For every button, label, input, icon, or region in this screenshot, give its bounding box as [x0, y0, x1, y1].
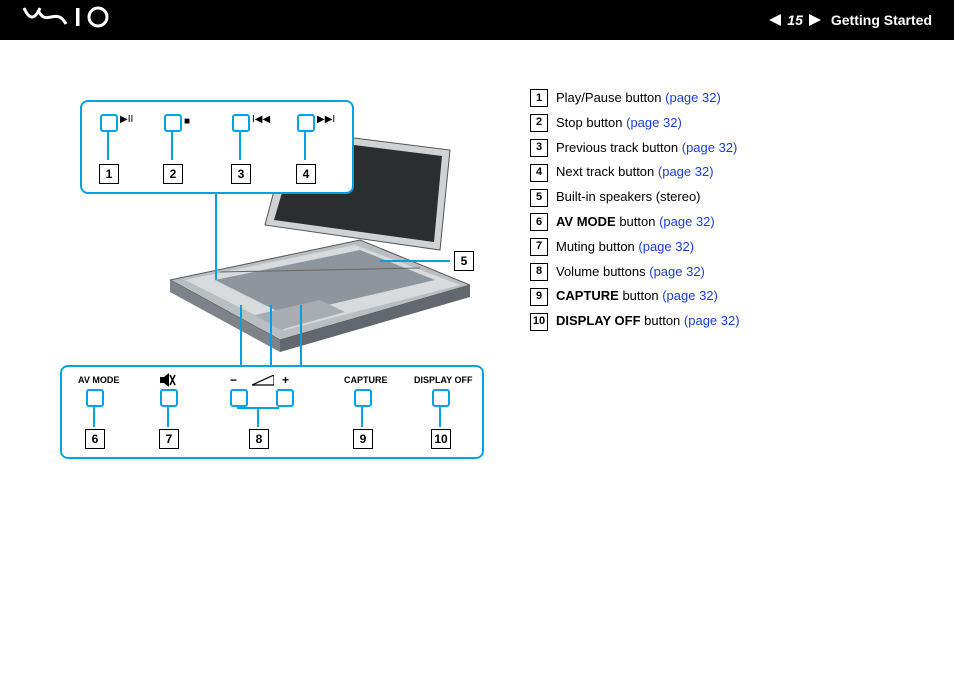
- mute-icon: [160, 373, 176, 387]
- leader-5: [380, 260, 450, 262]
- vaio-logo: [22, 6, 122, 34]
- callout-num-8: 8: [249, 429, 269, 449]
- volume-icon: [252, 375, 274, 387]
- legend-item: 8 Volume buttons (page 32): [530, 262, 914, 283]
- page-link[interactable]: (page 32): [638, 239, 694, 254]
- page-link[interactable]: (page 32): [659, 214, 715, 229]
- callout-num-7: 7: [159, 429, 179, 449]
- callout-num-6: 6: [85, 429, 105, 449]
- callout-num-3: 3: [231, 164, 251, 184]
- callout-num-5: 5: [454, 251, 474, 271]
- next-track-icon: ▶▶I: [317, 114, 335, 125]
- page-link[interactable]: (page 32): [665, 90, 721, 105]
- page-link[interactable]: (page 32): [682, 140, 738, 155]
- prev-track-icon: I◀◀: [252, 114, 270, 125]
- product-diagram: ▶II ■ I◀◀ ▶▶I 1 2 3 4 5: [40, 80, 480, 480]
- legend-item: 2 Stop button (page 32): [530, 113, 914, 134]
- legend-num: 1: [530, 89, 548, 107]
- av-mode-label: AV MODE: [78, 375, 119, 385]
- page-link[interactable]: (page 32): [662, 288, 718, 303]
- legend-item: 6 AV MODE button (page 32): [530, 212, 914, 233]
- vol-minus-label: −: [230, 373, 237, 387]
- page-link[interactable]: (page 32): [649, 264, 705, 279]
- callout-num-10: 10: [431, 429, 451, 449]
- callout-num-1: 1: [99, 164, 119, 184]
- page-nav: 15: [769, 12, 821, 28]
- section-title: Getting Started: [831, 12, 932, 28]
- legend-list: 1 Play/Pause button (page 32) 2 Stop but…: [530, 80, 914, 480]
- prev-page-arrow-icon[interactable]: [769, 14, 781, 26]
- capture-label: CAPTURE: [344, 375, 388, 385]
- page-link[interactable]: (page 32): [658, 164, 714, 179]
- top-callout: ▶II ■ I◀◀ ▶▶I 1 2 3 4: [80, 100, 354, 194]
- page-number: 15: [787, 12, 803, 28]
- play-pause-icon: ▶II: [120, 114, 133, 125]
- legend-item: 5 Built-in speakers (stereo): [530, 187, 914, 208]
- display-off-label: DISPLAY OFF: [414, 375, 473, 385]
- page-link[interactable]: (page 32): [626, 115, 682, 130]
- manual-page: { "header": { "logo_text": "VAIO", "page…: [0, 0, 954, 674]
- legend-item: 1 Play/Pause button (page 32): [530, 88, 914, 109]
- header-bar: 15 Getting Started: [0, 0, 954, 40]
- page-link[interactable]: (page 32): [684, 313, 740, 328]
- bottom-callout: AV MODE − + CAPTURE DISPLAY OFF: [60, 365, 484, 459]
- legend-item: 7 Muting button (page 32): [530, 237, 914, 258]
- callout-num-4: 4: [296, 164, 316, 184]
- legend-item: 4 Next track button (page 32): [530, 162, 914, 183]
- vol-plus-label: +: [282, 373, 289, 387]
- header-right: 15 Getting Started: [769, 12, 932, 28]
- next-page-arrow-icon[interactable]: [809, 14, 821, 26]
- legend-item: 10 DISPLAY OFF button (page 32): [530, 311, 914, 332]
- callout-num-2: 2: [163, 164, 183, 184]
- callout-num-9: 9: [353, 429, 373, 449]
- stop-icon: ■: [184, 116, 190, 127]
- legend-item: 9 CAPTURE button (page 32): [530, 286, 914, 307]
- page-content: ▶II ■ I◀◀ ▶▶I 1 2 3 4 5: [0, 40, 954, 480]
- legend-item: 3 Previous track button (page 32): [530, 138, 914, 159]
